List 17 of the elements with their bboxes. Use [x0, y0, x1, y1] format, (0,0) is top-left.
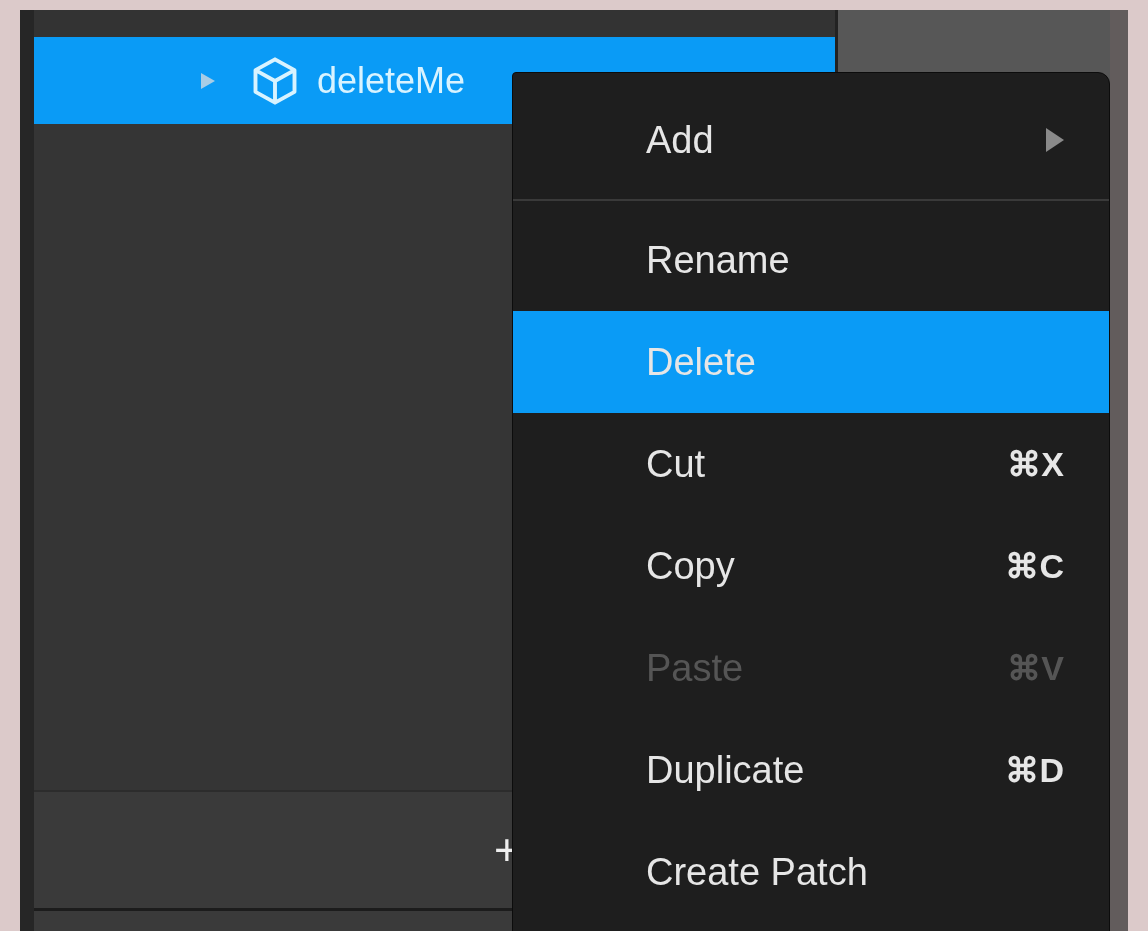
disclosure-triangle-icon[interactable]: [199, 70, 217, 91]
menu-item-label: Delete: [646, 339, 756, 385]
tree-item-label: deleteMe: [317, 58, 466, 103]
shortcut-label: ⌘C: [1005, 545, 1064, 587]
menu-item-label: Cut: [646, 441, 706, 487]
menu-item[interactable]: Cut ⌘X: [513, 413, 1109, 515]
menu-item[interactable]: Copy ⌘C: [513, 515, 1109, 617]
menu-item-label: Copy: [646, 543, 735, 589]
menu-item-label: Duplicate: [646, 747, 805, 793]
menu-item[interactable]: Duplicate ⌘D: [513, 719, 1109, 821]
shortcut-label: ⌘D: [1005, 749, 1064, 791]
menu-item-label: Create Patch: [646, 849, 868, 895]
menu-item-label: Rename: [646, 237, 790, 283]
submenu-arrow-icon: [1046, 128, 1064, 152]
menu-item[interactable]: Rename: [513, 209, 1109, 311]
menu-item[interactable]: Create Patch: [513, 821, 1109, 923]
shortcut-label: ⌘X: [1007, 443, 1064, 485]
